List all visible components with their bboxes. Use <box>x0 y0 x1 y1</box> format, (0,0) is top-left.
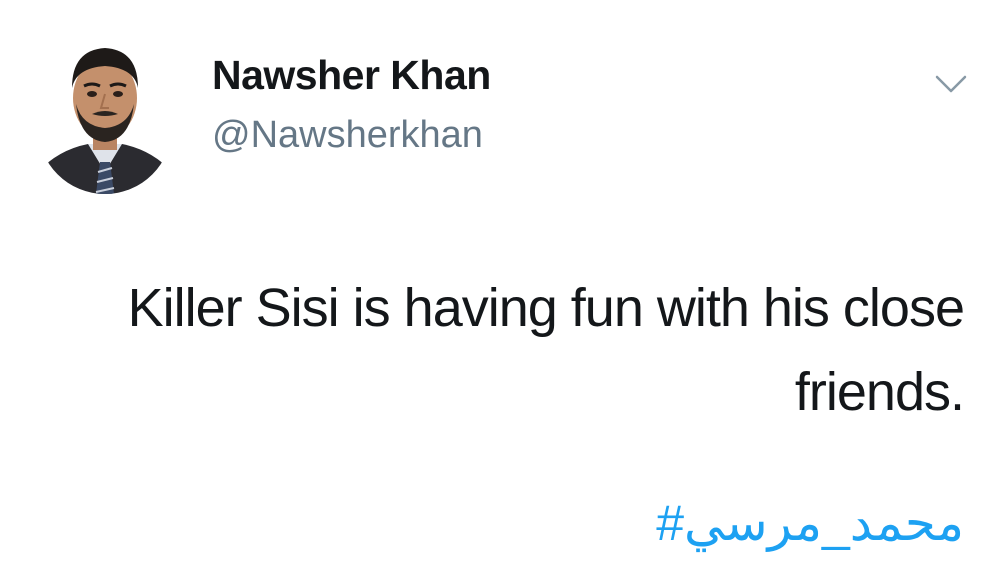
avatar-photo-icon <box>38 22 172 194</box>
tweet-card: Nawsher Khan @Nawsherkhan Killer Sisi is… <box>0 0 1000 582</box>
author-display-name[interactable]: Nawsher Khan <box>212 52 491 99</box>
tweet-menu-button[interactable] <box>934 72 968 96</box>
tweet-text: Killer Sisi is having fun with his close… <box>127 278 965 422</box>
author-handle[interactable]: @Nawsherkhan <box>212 114 483 157</box>
author-avatar[interactable] <box>38 22 172 194</box>
hashtag-link[interactable]: #محمد_مرسي <box>656 488 964 558</box>
chevron-down-icon <box>935 75 967 93</box>
